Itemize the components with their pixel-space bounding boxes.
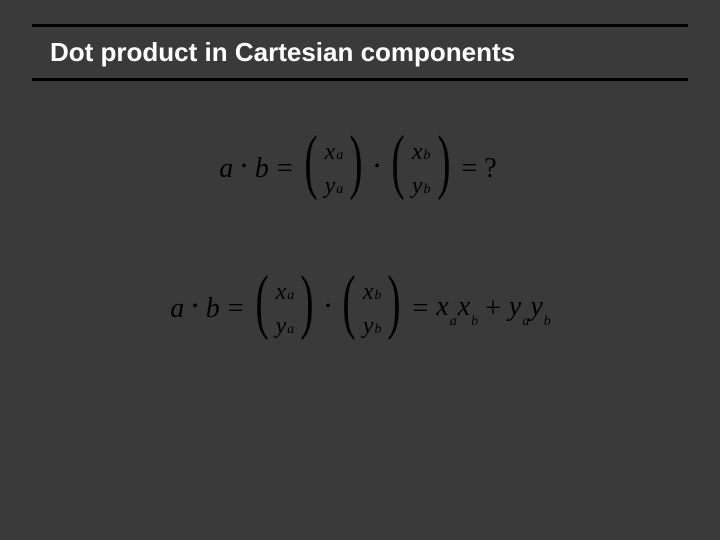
yb: yb xyxy=(412,169,430,203)
equation-1: a • b = ( xa ya ) • ( xb yb ) xyxy=(0,135,720,203)
lparen: ( xyxy=(304,131,317,199)
slide-title: Dot product in Cartesian components xyxy=(50,37,515,68)
lparen: ( xyxy=(255,271,268,339)
xb: xb xyxy=(412,135,430,169)
dot-op: • xyxy=(235,159,253,175)
var-b: b xyxy=(204,295,222,323)
vector-a: ( xa ya ) xyxy=(250,275,320,343)
rparen: ) xyxy=(388,271,401,339)
plus: + xyxy=(479,295,507,323)
xaxb: xaxb xyxy=(434,293,479,326)
equals: = xyxy=(222,295,250,323)
dot-op: • xyxy=(186,299,204,315)
ya: ya xyxy=(325,169,343,203)
equation-2: a • b = ( xa ya ) • ( xb yb ) xyxy=(0,275,720,343)
var-a: a xyxy=(217,155,235,183)
vector-b: ( xb yb ) xyxy=(386,135,456,203)
var-a: a xyxy=(168,295,186,323)
equals: = xyxy=(406,295,434,323)
xa: xa xyxy=(325,135,343,169)
yayb: yayb xyxy=(507,293,552,326)
var-b: b xyxy=(253,155,271,183)
rparen: ) xyxy=(437,131,450,199)
slide: Dot product in Cartesian components a • … xyxy=(0,0,720,540)
dot-op: • xyxy=(319,299,337,315)
xb: xb xyxy=(363,275,381,309)
yb: yb xyxy=(363,309,381,343)
xa: xa xyxy=(276,275,294,309)
dot-op: • xyxy=(368,159,386,175)
rparen: ) xyxy=(301,271,314,339)
lparen: ( xyxy=(391,131,404,199)
lparen: ( xyxy=(342,271,355,339)
rparen: ) xyxy=(350,131,363,199)
vector-a: ( xa ya ) xyxy=(299,135,369,203)
rule-bottom xyxy=(32,78,688,81)
equals: = xyxy=(271,155,299,183)
rule-top xyxy=(32,24,688,27)
ya: ya xyxy=(276,309,294,343)
vector-b: ( xb yb ) xyxy=(337,275,407,343)
question: = ? xyxy=(456,155,503,183)
